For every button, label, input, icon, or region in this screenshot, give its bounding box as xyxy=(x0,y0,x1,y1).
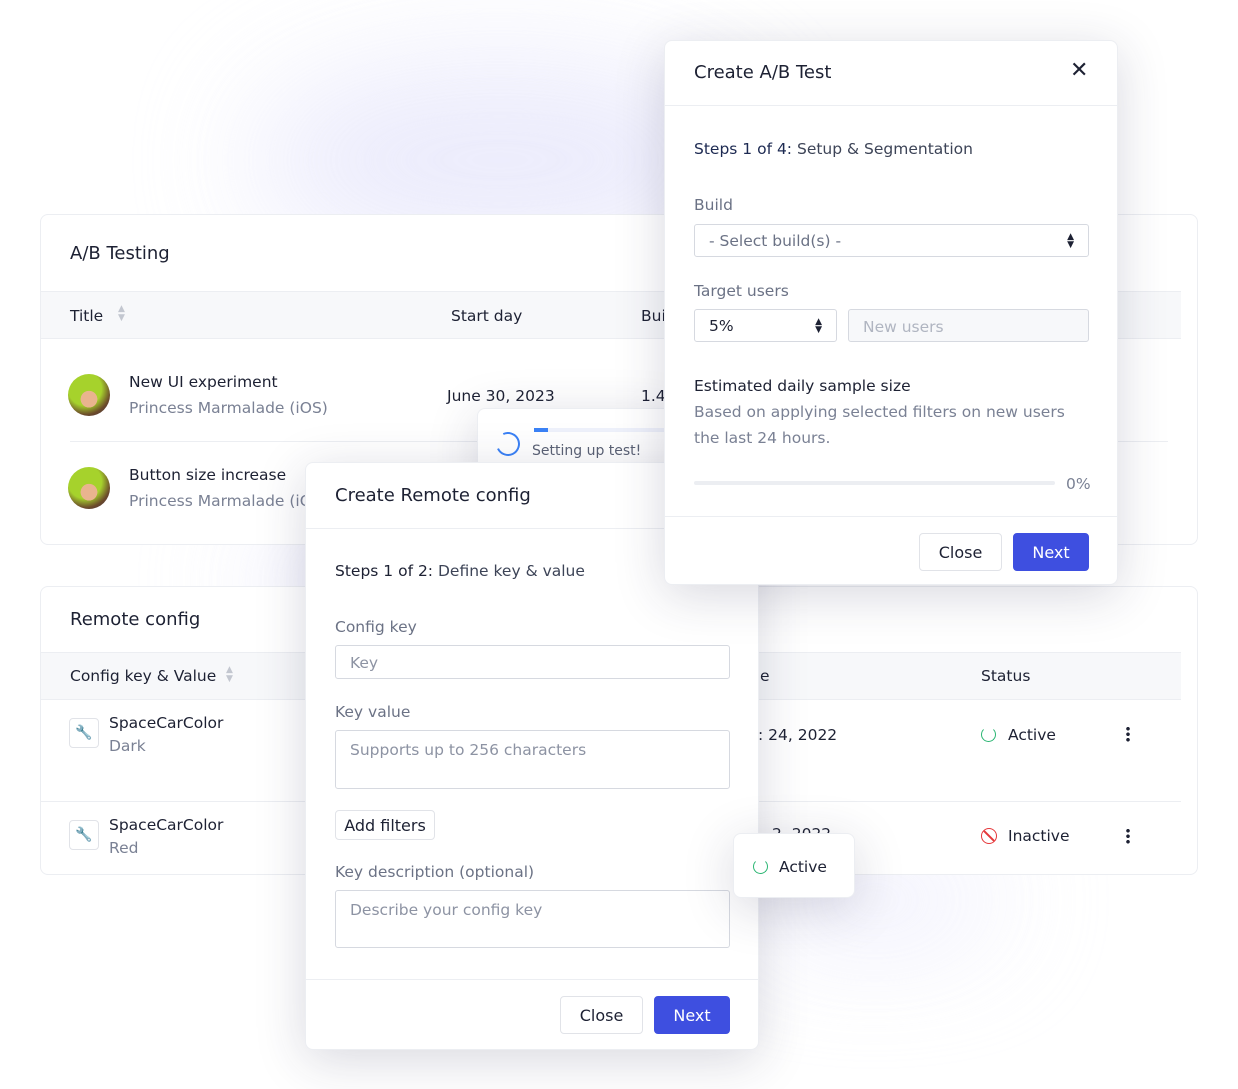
config-date: : 24, 2022 xyxy=(758,726,838,744)
active-spinner-icon xyxy=(981,727,996,742)
close-icon[interactable]: ✕ xyxy=(1070,60,1088,82)
modal-title: Create Remote config xyxy=(335,485,531,506)
key-value-label: Key value xyxy=(335,703,411,721)
remote-config-title: Remote config xyxy=(70,609,201,630)
next-button[interactable]: Next xyxy=(654,996,730,1034)
test-app: Princess Marmalade (iOS) xyxy=(129,399,328,417)
status-chip: Active xyxy=(733,833,855,898)
wrench-icon: 🔧 xyxy=(69,718,99,748)
add-filters-button[interactable]: Add filters xyxy=(335,810,435,840)
inactive-icon xyxy=(981,828,997,844)
build-select[interactable]: - Select build(s) - ▲ ▼ xyxy=(694,224,1089,257)
test-title[interactable]: New UI experiment xyxy=(129,374,278,391)
config-key[interactable]: SpaceCarColor xyxy=(109,715,223,732)
sample-progress-label: 0% xyxy=(1066,475,1091,493)
toast-text: Setting up test! xyxy=(532,443,642,459)
close-button[interactable]: Close xyxy=(560,996,643,1034)
steps-indicator: Steps 1 of 4: Setup & Segmentation xyxy=(694,140,973,158)
steps-name: Setup & Segmentation xyxy=(796,140,973,158)
sort-icon[interactable]: ▲ ▼ xyxy=(226,666,233,684)
steps-prefix: Steps 1 of 4: xyxy=(694,140,793,158)
steps-prefix: Steps 1 of 2: xyxy=(335,562,434,580)
config-key-placeholder: Key xyxy=(350,654,379,672)
build-label: Build xyxy=(694,196,733,214)
key-value-placeholder: Supports up to 256 characters xyxy=(350,741,587,759)
key-description-textarea[interactable]: Describe your config key xyxy=(335,890,730,948)
avatar xyxy=(68,374,110,416)
column-config-key[interactable]: Config key & Value xyxy=(70,668,216,685)
loading-spinner-icon xyxy=(492,428,524,460)
chevron-updown-icon: ▲ ▼ xyxy=(815,317,822,335)
target-users-placeholder: New users xyxy=(863,318,944,336)
next-button[interactable]: Next xyxy=(1013,533,1089,571)
config-key-label: Config key xyxy=(335,618,417,636)
status-inactive: Inactive xyxy=(1008,827,1070,845)
test-build: 1.4 xyxy=(641,387,666,405)
toast-progress xyxy=(534,428,674,432)
estimate-title: Estimated daily sample size xyxy=(694,377,911,395)
target-percent-select[interactable]: 5% ▲ ▼ xyxy=(694,309,837,342)
avatar xyxy=(68,467,110,509)
column-start-day: Start day xyxy=(451,307,523,325)
column-status: Status xyxy=(981,667,1031,685)
column-title[interactable]: Title xyxy=(70,308,103,325)
test-title[interactable]: Button size increase xyxy=(129,467,286,484)
steps-indicator: Steps 1 of 2: Define key & value xyxy=(335,562,585,580)
target-percent-value: 5% xyxy=(709,317,734,335)
test-start-day: June 30, 2023 xyxy=(447,387,555,405)
config-value: Red xyxy=(109,839,139,857)
build-select-value: - Select build(s) - xyxy=(709,232,842,250)
test-app: Princess Marmalade (iOS) xyxy=(129,492,328,510)
config-key-input[interactable]: Key xyxy=(335,645,730,679)
key-value-textarea[interactable]: Supports up to 256 characters xyxy=(335,730,730,789)
estimate-description: Based on applying selected filters on ne… xyxy=(694,403,1065,421)
modal-footer-divider xyxy=(306,979,758,980)
sort-icon[interactable]: ▲ ▼ xyxy=(118,305,125,323)
wrench-icon: 🔧 xyxy=(69,820,99,850)
chip-status: Active xyxy=(779,858,827,876)
column-build: Bui xyxy=(641,307,666,325)
modal-title: Create A/B Test xyxy=(694,62,832,83)
ab-testing-title: A/B Testing xyxy=(70,243,170,264)
more-options-icon[interactable] xyxy=(1126,726,1130,742)
status-active: Active xyxy=(1008,726,1056,744)
close-button[interactable]: Close xyxy=(919,533,1002,571)
target-users-label: Target users xyxy=(694,282,789,300)
key-description-placeholder: Describe your config key xyxy=(350,901,543,919)
more-options-icon[interactable] xyxy=(1126,828,1130,844)
active-spinner-icon xyxy=(753,859,768,874)
target-users-input[interactable]: New users xyxy=(848,309,1089,342)
config-value: Dark xyxy=(109,737,146,755)
modal-divider xyxy=(665,105,1117,106)
steps-name: Define key & value xyxy=(437,562,585,580)
modal-footer-divider xyxy=(665,516,1117,517)
sample-progress-bar xyxy=(694,481,1055,485)
config-key[interactable]: SpaceCarColor xyxy=(109,817,223,834)
estimate-description: the last 24 hours. xyxy=(694,429,831,447)
chevron-updown-icon: ▲ ▼ xyxy=(1067,232,1074,250)
column-date: e xyxy=(760,667,770,685)
key-description-label: Key description (optional) xyxy=(335,863,535,881)
